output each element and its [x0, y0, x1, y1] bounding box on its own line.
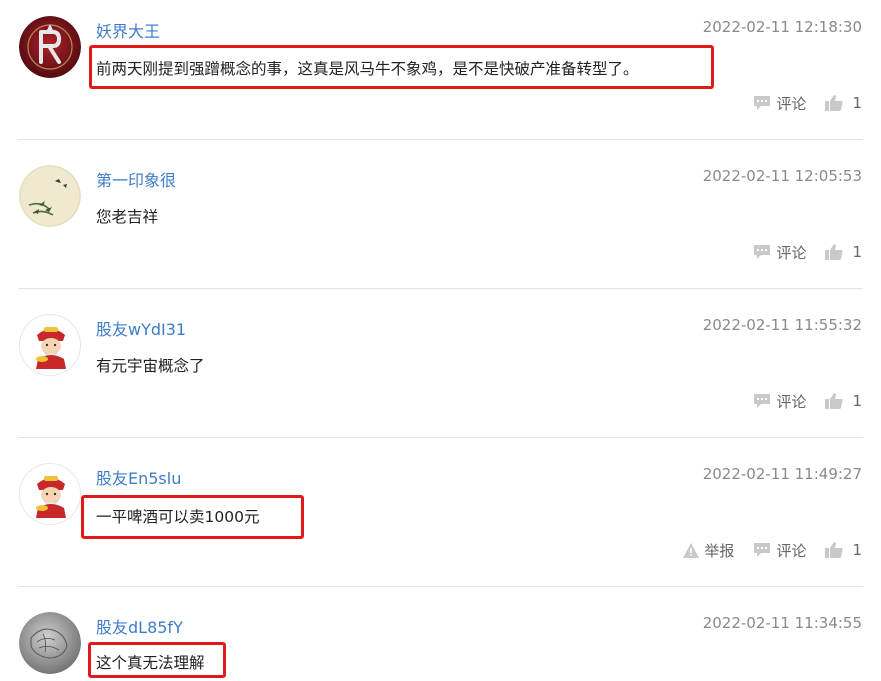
comment-button[interactable]: 评论: [752, 93, 806, 114]
comment-item: 股友wYdI31 2022-02-11 11:55:32 有元宇宙概念了 评论 …: [0, 298, 881, 437]
divider: [18, 139, 863, 140]
comment-actions: 举报 评论 1: [664, 540, 862, 560]
like-count: 1: [852, 392, 862, 410]
divider: [18, 288, 863, 289]
timestamp: 2022-02-11 12:18:30: [702, 18, 862, 36]
thumbs-up-icon: [825, 95, 844, 111]
fortune-god-icon: [20, 464, 80, 524]
comment-actions: 评论 1: [734, 391, 862, 411]
divider: [18, 586, 863, 587]
rockets-logo-icon: [19, 16, 81, 78]
like-count: 1: [852, 243, 862, 261]
report-label: 举报: [704, 541, 735, 560]
comment-label: 评论: [776, 243, 807, 262]
avatar[interactable]: [19, 612, 81, 674]
report-button[interactable]: 举报: [682, 540, 734, 561]
fortune-god-icon: [20, 315, 80, 375]
comment-icon: [754, 394, 771, 408]
timestamp: 2022-02-11 11:34:55: [702, 614, 862, 632]
like-count: 1: [852, 541, 862, 559]
avatar[interactable]: [19, 165, 81, 227]
comment-text: 前两天刚提到强蹭概念的事，这真是风马牛不象鸡，是不是快破产准备转型了。: [96, 60, 639, 78]
like-button[interactable]: 1: [824, 392, 862, 410]
stone-texture-icon: [19, 612, 81, 674]
comment-button[interactable]: 评论: [752, 391, 806, 412]
timestamp: 2022-02-11 11:55:32: [702, 316, 862, 334]
warning-icon: [683, 542, 700, 558]
comment-text: 这个真无法理解: [96, 654, 205, 672]
comment-button[interactable]: 评论: [752, 540, 806, 561]
comment-icon: [754, 96, 771, 110]
comment-icon: [754, 543, 771, 557]
comment-item: 妖界大王 2022-02-11 12:18:30 前两天刚提到强蹭概念的事，这真…: [0, 0, 881, 139]
comment-label: 评论: [776, 392, 807, 411]
comment-item: 第一印象很 2022-02-11 12:05:53 您老吉祥 评论 1: [0, 149, 881, 288]
username[interactable]: 股友wYdI31: [96, 316, 186, 340]
comment-icon: [754, 245, 771, 259]
comment-label: 评论: [776, 94, 807, 113]
comment-button[interactable]: 评论: [752, 242, 806, 263]
timestamp: 2022-02-11 11:49:27: [702, 465, 862, 483]
avatar[interactable]: [19, 314, 81, 376]
comment-text: 有元宇宙概念了: [96, 357, 205, 375]
comment-actions: 评论 1: [734, 242, 862, 262]
comment-text: 您老吉祥: [96, 208, 159, 226]
like-button[interactable]: 1: [824, 541, 862, 559]
avatar[interactable]: [19, 463, 81, 525]
username[interactable]: 股友dL85fY: [96, 614, 183, 638]
comment-actions: 评论 1: [734, 93, 862, 113]
bamboo-painting-icon: [19, 165, 81, 227]
timestamp: 2022-02-11 12:05:53: [702, 167, 862, 185]
username[interactable]: 妖界大王: [96, 18, 160, 42]
thumbs-up-icon: [825, 244, 844, 260]
comment-label: 评论: [776, 541, 807, 560]
like-button[interactable]: 1: [824, 243, 862, 261]
thumbs-up-icon: [825, 393, 844, 409]
like-count: 1: [852, 94, 862, 112]
comment-item: 股友dL85fY 2022-02-11 11:34:55 这个真无法理解: [0, 596, 881, 681]
comment-text: 一平啤酒可以卖1000元: [96, 508, 260, 526]
username[interactable]: 第一印象很: [96, 167, 176, 191]
username[interactable]: 股友En5slu: [96, 465, 181, 489]
thumbs-up-icon: [825, 542, 844, 558]
comment-item: 股友En5slu 2022-02-11 11:49:27 一平啤酒可以卖1000…: [0, 447, 881, 586]
like-button[interactable]: 1: [824, 94, 862, 112]
divider: [18, 437, 863, 438]
avatar[interactable]: [19, 16, 81, 78]
